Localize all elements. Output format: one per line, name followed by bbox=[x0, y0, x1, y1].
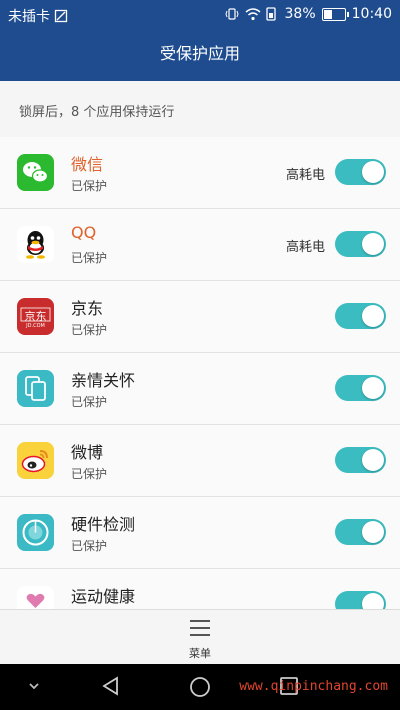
protect-toggle[interactable] bbox=[335, 375, 386, 401]
menu-button[interactable]: 菜单 bbox=[170, 616, 230, 662]
protect-toggle[interactable] bbox=[335, 231, 386, 257]
app-row[interactable]: 京东 JD.COM 京东 已保护 bbox=[0, 281, 400, 353]
app-row[interactable]: QQ 已保护 高耗电 bbox=[0, 209, 400, 281]
toggle-knob bbox=[362, 305, 384, 327]
health-icon bbox=[17, 586, 54, 609]
power-usage-badge: 高耗电 bbox=[285, 168, 325, 183]
qq-icon bbox=[17, 226, 54, 263]
summary-text: 锁屏后，8 个应用保持运行 bbox=[19, 105, 175, 120]
battery-level bbox=[323, 9, 332, 19]
protect-toggle[interactable] bbox=[335, 519, 386, 545]
app-row[interactable]: 微信已保护 高耗电 bbox=[0, 137, 400, 209]
power-usage-badge: 高耗电 bbox=[285, 240, 325, 255]
app-row[interactable]: 微博 已保护 bbox=[0, 425, 400, 497]
toggle-knob bbox=[362, 233, 384, 255]
app-name: 微博 bbox=[71, 443, 104, 462]
summary-bar: 锁屏后，8 个应用保持运行 bbox=[0, 81, 400, 138]
toggle-knob bbox=[362, 377, 384, 399]
app-name: 京东 bbox=[71, 299, 104, 318]
battery-percent: 38% bbox=[284, 6, 316, 22]
navigation-bar: www.qinpinchang.com bbox=[0, 664, 400, 710]
collapse-icon[interactable] bbox=[24, 676, 44, 700]
back-icon[interactable] bbox=[100, 675, 122, 701]
menu-icon bbox=[190, 620, 210, 636]
app-name: 微信 bbox=[71, 155, 104, 174]
weibo-icon bbox=[17, 442, 54, 479]
data-icon bbox=[265, 7, 279, 21]
hardware-check-icon bbox=[17, 514, 54, 551]
protect-toggle[interactable] bbox=[335, 303, 386, 329]
toggle-knob bbox=[362, 161, 384, 183]
toggle-knob bbox=[362, 449, 384, 471]
carrier-text: 未插卡 bbox=[8, 9, 50, 25]
app-status: 已保护 bbox=[71, 539, 108, 553]
home-icon[interactable] bbox=[188, 675, 212, 703]
watermark-text: www.qinpinchang.com bbox=[239, 679, 388, 694]
jd-icon: 京东 JD.COM bbox=[17, 298, 54, 335]
menu-label: 菜单 bbox=[189, 647, 211, 660]
toggle-knob bbox=[362, 593, 384, 609]
app-row[interactable]: 亲情关怀 已保护 bbox=[0, 353, 400, 425]
sim-icon bbox=[54, 9, 68, 23]
app-status: 已保护 bbox=[71, 251, 108, 265]
app-status: 已保护 bbox=[71, 467, 108, 481]
app-name: 硬件检测 bbox=[71, 515, 136, 534]
title-bar: 受保护应用 bbox=[0, 30, 400, 81]
app-name: 亲情关怀 bbox=[71, 371, 136, 390]
protected-app-list[interactable]: 微信 已保护 高耗电 QQ 已保护 高耗电 京东 JD.COM 京东 已保护 亲情关怀 已保护 微博 已保… bbox=[0, 137, 400, 609]
jd-icon-text: 京东 bbox=[24, 310, 47, 323]
protect-toggle[interactable] bbox=[335, 159, 386, 185]
page-title: 受保护应用 bbox=[159, 44, 240, 63]
wechat-icon bbox=[17, 154, 54, 191]
wifi-icon bbox=[245, 7, 261, 21]
family-care-icon bbox=[17, 370, 54, 407]
protect-toggle[interactable] bbox=[335, 591, 386, 609]
battery-icon bbox=[321, 7, 349, 21]
app-status: 已保护 bbox=[71, 395, 108, 409]
app-status: 已保护 bbox=[71, 179, 108, 193]
app-status: 已保护 bbox=[71, 323, 108, 337]
toggle-knob bbox=[362, 521, 384, 543]
clock: 10:40 bbox=[351, 6, 392, 22]
app-name: 运动健康 bbox=[71, 587, 136, 606]
app-row[interactable]: 运动健康已保护 bbox=[0, 569, 400, 609]
app-row[interactable]: 硬件检测 已保护 bbox=[0, 497, 400, 569]
jd-icon-subtext: JD.COM bbox=[26, 323, 45, 329]
bottom-bar: 菜单 bbox=[0, 609, 400, 665]
app-name: QQ bbox=[71, 223, 97, 242]
protect-toggle[interactable] bbox=[335, 447, 386, 473]
status-bar: 未插卡 38% 10:40 bbox=[0, 0, 400, 30]
vibrate-icon bbox=[224, 7, 239, 21]
